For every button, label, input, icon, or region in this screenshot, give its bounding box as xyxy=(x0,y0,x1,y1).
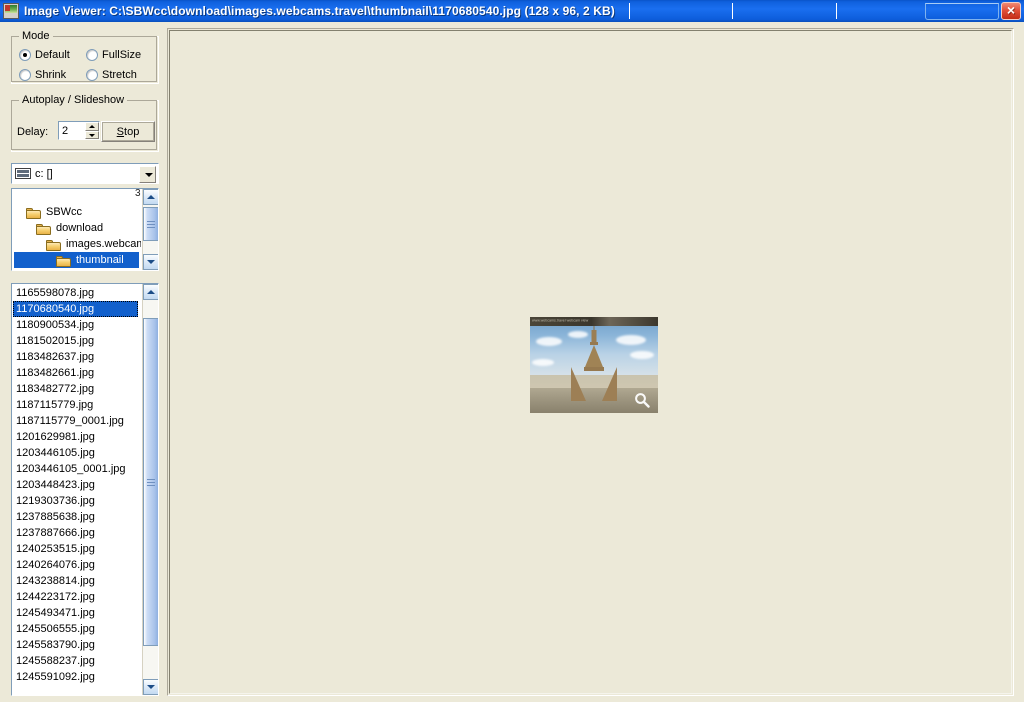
file-list-item[interactable]: 1203446105_0001.jpg xyxy=(13,461,140,477)
tree-scrollbar[interactable] xyxy=(142,189,158,270)
title-separator-1 xyxy=(628,3,630,19)
app-icon xyxy=(3,3,19,19)
file-list-item[interactable]: 1244223172.jpg xyxy=(13,589,140,605)
delay-stepper-up[interactable] xyxy=(85,122,99,131)
radio-mode-default[interactable]: Default xyxy=(19,49,70,61)
autoplay-group-title: Autoplay / Slideshow xyxy=(19,94,128,106)
scroll-grip-icon xyxy=(147,221,155,228)
tree-scroll-thumb[interactable] xyxy=(143,207,158,241)
file-list-item[interactable]: 1170680540.jpg xyxy=(13,301,138,317)
radio-dot-fullsize xyxy=(86,49,98,61)
file-list-viewport: 1165598078.jpg 1170680540.jpg 1180900534.j… xyxy=(13,285,140,694)
folder-icon xyxy=(36,222,52,235)
cloud-shape xyxy=(616,335,646,345)
close-icon: × xyxy=(1006,2,1016,18)
cloud-shape xyxy=(630,351,654,359)
file-list-item[interactable]: 1237885638.jpg xyxy=(13,509,140,525)
file-list-item[interactable]: 1187115779.jpg xyxy=(13,397,140,413)
tree-item-partial[interactable]: 3 xyxy=(135,189,141,199)
directory-tree[interactable]: 3 SBWcc download images.webcams.tra thum… xyxy=(11,188,159,271)
file-list-item[interactable]: 1183482661.jpg xyxy=(13,365,140,381)
tree-scroll-up-button[interactable] xyxy=(143,189,158,205)
file-list-item[interactable]: 1183482772.jpg xyxy=(13,381,140,397)
scroll-grip-icon xyxy=(147,479,155,486)
tree-item-label: SBWcc xyxy=(46,206,83,218)
file-list-item[interactable]: 1237887666.jpg xyxy=(13,525,140,541)
tree-item-label: images.webcams.tra xyxy=(66,238,141,250)
stop-button[interactable]: Stop xyxy=(101,121,155,142)
tree-item-label: thumbnail xyxy=(76,254,124,266)
title-separator-2 xyxy=(732,3,734,19)
radio-label-fullsize: FullSize xyxy=(102,49,142,61)
magnifier-icon[interactable] xyxy=(634,392,650,408)
image-viewer-window: Image Viewer: C:\SBWcc\download\images.w… xyxy=(0,0,1024,702)
tree-item-thumbnail[interactable]: thumbnail xyxy=(14,252,139,268)
radio-mode-stretch[interactable]: Stretch xyxy=(86,69,137,81)
tree-item-label: download xyxy=(56,222,104,234)
file-list-item[interactable]: 1183482637.jpg xyxy=(13,349,140,365)
radio-label-default: Default xyxy=(35,49,70,61)
file-scroll-track[interactable] xyxy=(143,300,158,679)
file-list-item[interactable]: 1203446105.jpg xyxy=(13,445,140,461)
file-scroll-up-button[interactable] xyxy=(143,284,158,300)
title-separator-3 xyxy=(835,3,837,19)
file-list-item[interactable]: 1180900534.jpg xyxy=(13,317,140,333)
tree-scroll-track[interactable] xyxy=(143,205,158,254)
file-list-item[interactable]: 1181502015.jpg xyxy=(13,333,140,349)
file-list-item[interactable]: 1219303736.jpg xyxy=(13,493,140,509)
file-list-item[interactable]: 1203448423.jpg xyxy=(13,477,140,493)
file-list-item[interactable]: 1245583790.jpg xyxy=(13,637,140,653)
file-list-item[interactable]: 1245506555.jpg xyxy=(13,621,140,637)
file-list-item[interactable]: 1245493471.jpg xyxy=(13,605,140,621)
file-scroll-thumb[interactable] xyxy=(143,318,158,646)
file-list-item[interactable]: 1187115779_0001.jpg xyxy=(13,413,140,429)
file-list-item[interactable]: 1240253515.jpg xyxy=(13,541,140,557)
file-list-item[interactable]: 1165598078.jpg xyxy=(13,285,140,301)
directory-tree-viewport: 3 SBWcc download images.webcams.tra thum… xyxy=(12,189,141,270)
radio-label-shrink: Shrink xyxy=(35,69,67,81)
file-list[interactable]: 1165598078.jpg 1170680540.jpg 1180900534.j… xyxy=(11,283,159,696)
radio-dot-stretch xyxy=(86,69,98,81)
file-list-item[interactable]: 1201629981.jpg xyxy=(13,429,140,445)
photo-caption-text: www.webcams.travel webcam view xyxy=(532,318,589,323)
image-preview[interactable]: www.webcams.travel webcam view xyxy=(530,317,658,413)
delay-label: Delay: xyxy=(17,126,49,138)
folder-icon xyxy=(46,238,62,251)
file-list-scrollbar[interactable] xyxy=(142,284,158,695)
window-title: Image Viewer: C:\SBWcc\download\images.w… xyxy=(24,4,615,18)
mode-group-title: Mode xyxy=(19,30,53,42)
radio-dot-shrink xyxy=(19,69,31,81)
chevron-down-icon[interactable] xyxy=(139,166,156,183)
tree-item-sbwcc[interactable]: SBWcc xyxy=(26,204,82,220)
folder-open-icon xyxy=(56,254,72,267)
photo-caption-bar: www.webcams.travel webcam view xyxy=(530,317,658,326)
file-list-item[interactable]: 1243238814.jpg xyxy=(13,573,140,589)
delay-stepper-down[interactable] xyxy=(85,130,99,139)
radio-dot-default xyxy=(19,49,31,61)
file-list-item[interactable]: 1245588237.jpg xyxy=(13,653,140,669)
stop-button-label: Stop xyxy=(116,125,140,138)
tree-item-download[interactable]: download xyxy=(36,220,103,236)
image-viewer-panel[interactable]: www.webcams.travel webcam view xyxy=(167,28,1014,696)
tree-item-images-webcams-travel[interactable]: images.webcams.tra xyxy=(46,236,141,252)
close-button[interactable]: × xyxy=(1001,2,1022,20)
radio-label-stretch: Stretch xyxy=(102,69,137,81)
eiffel-tower-shape xyxy=(571,325,617,401)
drive-combo[interactable]: c: [] xyxy=(11,163,159,184)
file-list-item[interactable]: 1240264076.jpg xyxy=(13,557,140,573)
drive-combo-value: c: [] xyxy=(35,167,53,180)
cloud-shape xyxy=(532,359,554,366)
cloud-shape xyxy=(536,337,562,346)
delay-stepper[interactable] xyxy=(85,122,99,139)
drive-icon xyxy=(15,168,31,179)
radio-mode-fullsize[interactable]: FullSize xyxy=(86,49,141,61)
tree-scroll-down-button[interactable] xyxy=(143,254,158,270)
title-bar: Image Viewer: C:\SBWcc\download\images.w… xyxy=(0,0,1024,22)
image-viewer-canvas[interactable]: www.webcams.travel webcam view xyxy=(169,30,1012,694)
file-list-item[interactable]: 1245591092.jpg xyxy=(13,669,140,685)
file-scroll-down-button[interactable] xyxy=(143,679,158,695)
radio-mode-shrink[interactable]: Shrink xyxy=(19,69,66,81)
window-control-placeholder[interactable] xyxy=(925,2,1000,20)
folder-icon xyxy=(26,206,42,219)
